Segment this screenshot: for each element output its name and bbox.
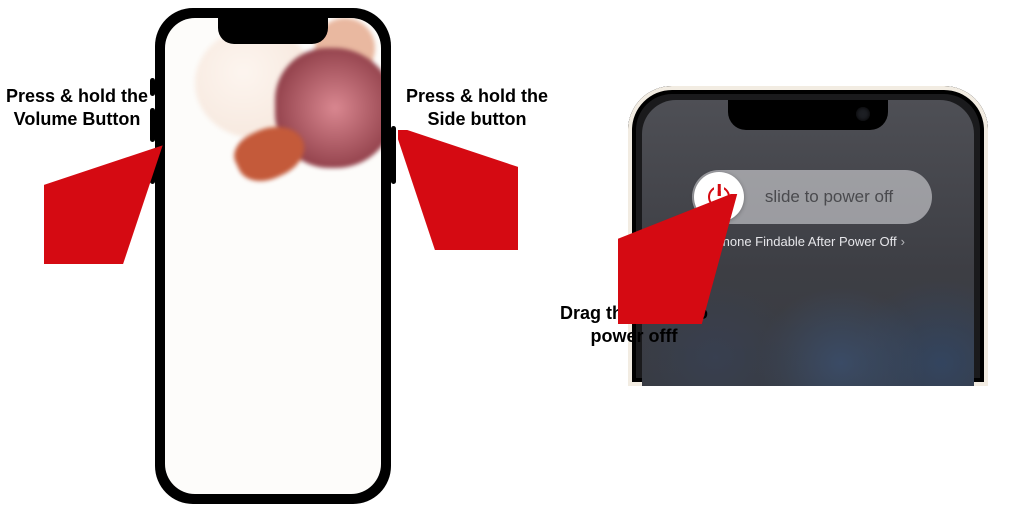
power-off-slider[interactable]: slide to power off	[692, 170, 932, 224]
label-side: Press & hold the Side button	[404, 85, 550, 132]
power-icon	[708, 186, 730, 208]
arrow-volume	[44, 144, 164, 264]
findable-link[interactable]: iPhone Findable After Power Off ›	[642, 234, 974, 249]
notch	[728, 100, 888, 130]
slider-knob[interactable]	[694, 172, 744, 222]
screen-wallpaper	[165, 18, 381, 494]
label-volume: Press & hold the Volume Button	[2, 85, 152, 132]
arrow-side	[398, 130, 518, 250]
slider-label: slide to power off	[744, 187, 932, 207]
iphone-left	[155, 8, 391, 504]
volume-down-button[interactable]	[150, 150, 155, 184]
notch	[218, 18, 328, 44]
side-button[interactable]	[391, 126, 396, 184]
chevron-right-icon: ›	[901, 234, 905, 249]
findable-text: iPhone Findable After Power Off	[711, 234, 896, 249]
label-drag: Drag the slider to power offf	[548, 302, 720, 349]
